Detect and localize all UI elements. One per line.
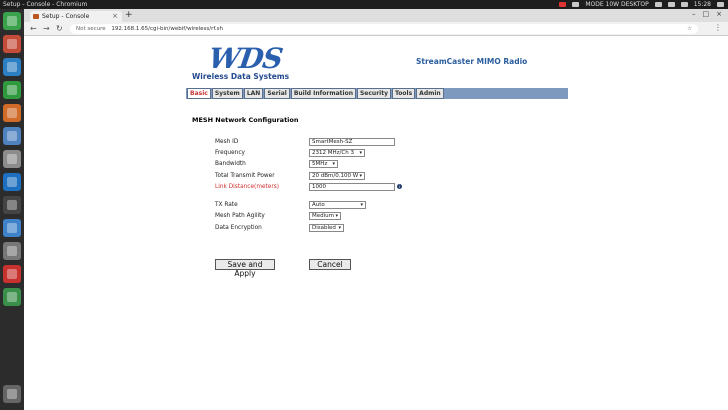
tab-tools[interactable]: Tools — [392, 88, 416, 99]
address-toolbar: ← → ↻ Not secure 192.168.1.65/cgi-bin/we… — [24, 22, 728, 36]
tx-rate-select[interactable]: Auto — [309, 201, 366, 209]
settings-icon[interactable] — [3, 150, 21, 168]
product-title: StreamCaster MIMO Radio — [416, 57, 528, 66]
maximize-icon[interactable]: □ — [703, 10, 710, 18]
calc-icon[interactable] — [3, 81, 21, 99]
tx-rate-label: TX Rate — [215, 202, 238, 208]
window-controls: – □ × — [692, 10, 722, 18]
tab-lan[interactable]: LAN — [243, 88, 264, 99]
window-title: Setup - Console - Chromium — [3, 1, 88, 8]
impress-icon[interactable] — [3, 104, 21, 122]
link-distance-input[interactable]: 1000 — [309, 183, 395, 191]
data-encryption-select[interactable]: Disabled — [309, 224, 344, 232]
mesh-path-agility-label: Mesh Path Agility — [215, 213, 265, 219]
not-secure-label[interactable]: Not secure — [76, 26, 106, 32]
page-content: WDS Wireless Data Systems StreamCaster M… — [24, 36, 728, 410]
flag-icon[interactable] — [559, 2, 567, 7]
browser-tab[interactable]: Setup - Console × — [30, 11, 122, 22]
keyboard-icon[interactable] — [654, 2, 662, 7]
clock[interactable]: 15:28 — [694, 0, 711, 9]
link-distance-label: Link Distance(meters) — [215, 184, 280, 190]
mesh-id-input[interactable]: SmartMesh-SZ — [309, 138, 395, 146]
bandwidth-label: Bandwidth — [215, 161, 246, 167]
info-icon[interactable]: i — [397, 184, 402, 189]
writer-icon[interactable] — [3, 58, 21, 76]
tab-basic[interactable]: Basic — [187, 88, 211, 99]
logo-mark: WDS — [206, 42, 285, 75]
tab-title: Setup - Console — [42, 13, 90, 20]
mesh-path-agility-select[interactable]: Medium — [309, 212, 341, 220]
tab-security[interactable]: Security — [356, 88, 391, 99]
transmit-power-select[interactable]: 20 dBm/0.100 W — [309, 172, 365, 180]
tab-build-information[interactable]: Build Information — [290, 88, 356, 99]
volume-icon[interactable] — [680, 2, 688, 7]
frequency-select[interactable]: 2312 MHz/Ch 3 — [309, 149, 365, 157]
terminal-icon[interactable] — [3, 196, 21, 214]
app-icon[interactable] — [3, 265, 21, 283]
close-tab-icon[interactable]: × — [112, 11, 118, 22]
close-window-icon[interactable]: × — [716, 10, 722, 18]
network-icon[interactable] — [667, 2, 675, 7]
mesh-id-label: Mesh ID — [215, 139, 239, 145]
url-bar[interactable]: Not secure 192.168.1.65/cgi-bin/webif/wi… — [70, 24, 698, 34]
frequency-label: Frequency — [215, 150, 245, 156]
logo-text: Wireless Data Systems — [192, 72, 290, 81]
status-area: MODE 10W DESKTOP 15:28 — [559, 0, 724, 9]
power-mode-label[interactable]: MODE 10W DESKTOP — [585, 0, 648, 9]
transmit-power-label: Total Transmit Power — [215, 173, 275, 179]
vscode-icon[interactable] — [3, 173, 21, 191]
minimize-icon[interactable]: – — [692, 10, 696, 18]
back-icon[interactable]: ← — [30, 23, 37, 35]
section-title: MESH Network Configuration — [192, 116, 299, 124]
browser-menu-icon[interactable]: ⋮ — [714, 23, 722, 32]
trash-icon[interactable] — [3, 385, 21, 403]
tab-favicon-icon — [33, 14, 39, 19]
wds-logo: WDS Wireless Data Systems — [191, 42, 291, 84]
tab-admin[interactable]: Admin — [416, 88, 444, 99]
save-and-apply-button[interactable]: Save and Apply — [215, 259, 275, 278]
files-icon[interactable] — [3, 35, 21, 53]
bookmark-star-icon[interactable]: ☆ — [687, 24, 692, 34]
home-icon[interactable] — [3, 12, 21, 30]
os-top-bar: Setup - Console - Chromium MODE 10W DESK… — [0, 0, 728, 9]
drive-icon[interactable] — [3, 242, 21, 260]
nvidia-icon[interactable] — [572, 2, 580, 7]
tab-system[interactable]: System — [211, 88, 243, 99]
software-center-icon[interactable] — [3, 127, 21, 145]
new-tab-button[interactable]: + — [125, 10, 133, 21]
launcher-dock — [0, 9, 24, 410]
bandwidth-select[interactable]: 5MHz — [309, 160, 338, 168]
chromium-icon[interactable] — [3, 219, 21, 237]
main-nav: Basic System LAN Serial Build Informatio… — [186, 88, 568, 99]
tab-serial[interactable]: Serial — [264, 88, 290, 99]
url-text[interactable]: 192.168.1.65/cgi-bin/webif/wireless/rf.s… — [111, 26, 223, 32]
reload-icon[interactable]: ↻ — [56, 23, 63, 35]
usb-drive-icon[interactable] — [3, 288, 21, 306]
data-encryption-label: Data Encryption — [215, 225, 262, 231]
forward-icon[interactable]: → — [43, 23, 50, 35]
cancel-button[interactable]: Cancel — [309, 259, 351, 270]
gear-icon[interactable] — [717, 2, 724, 7]
browser-tab-strip: Setup - Console × + – □ × — [24, 9, 728, 22]
